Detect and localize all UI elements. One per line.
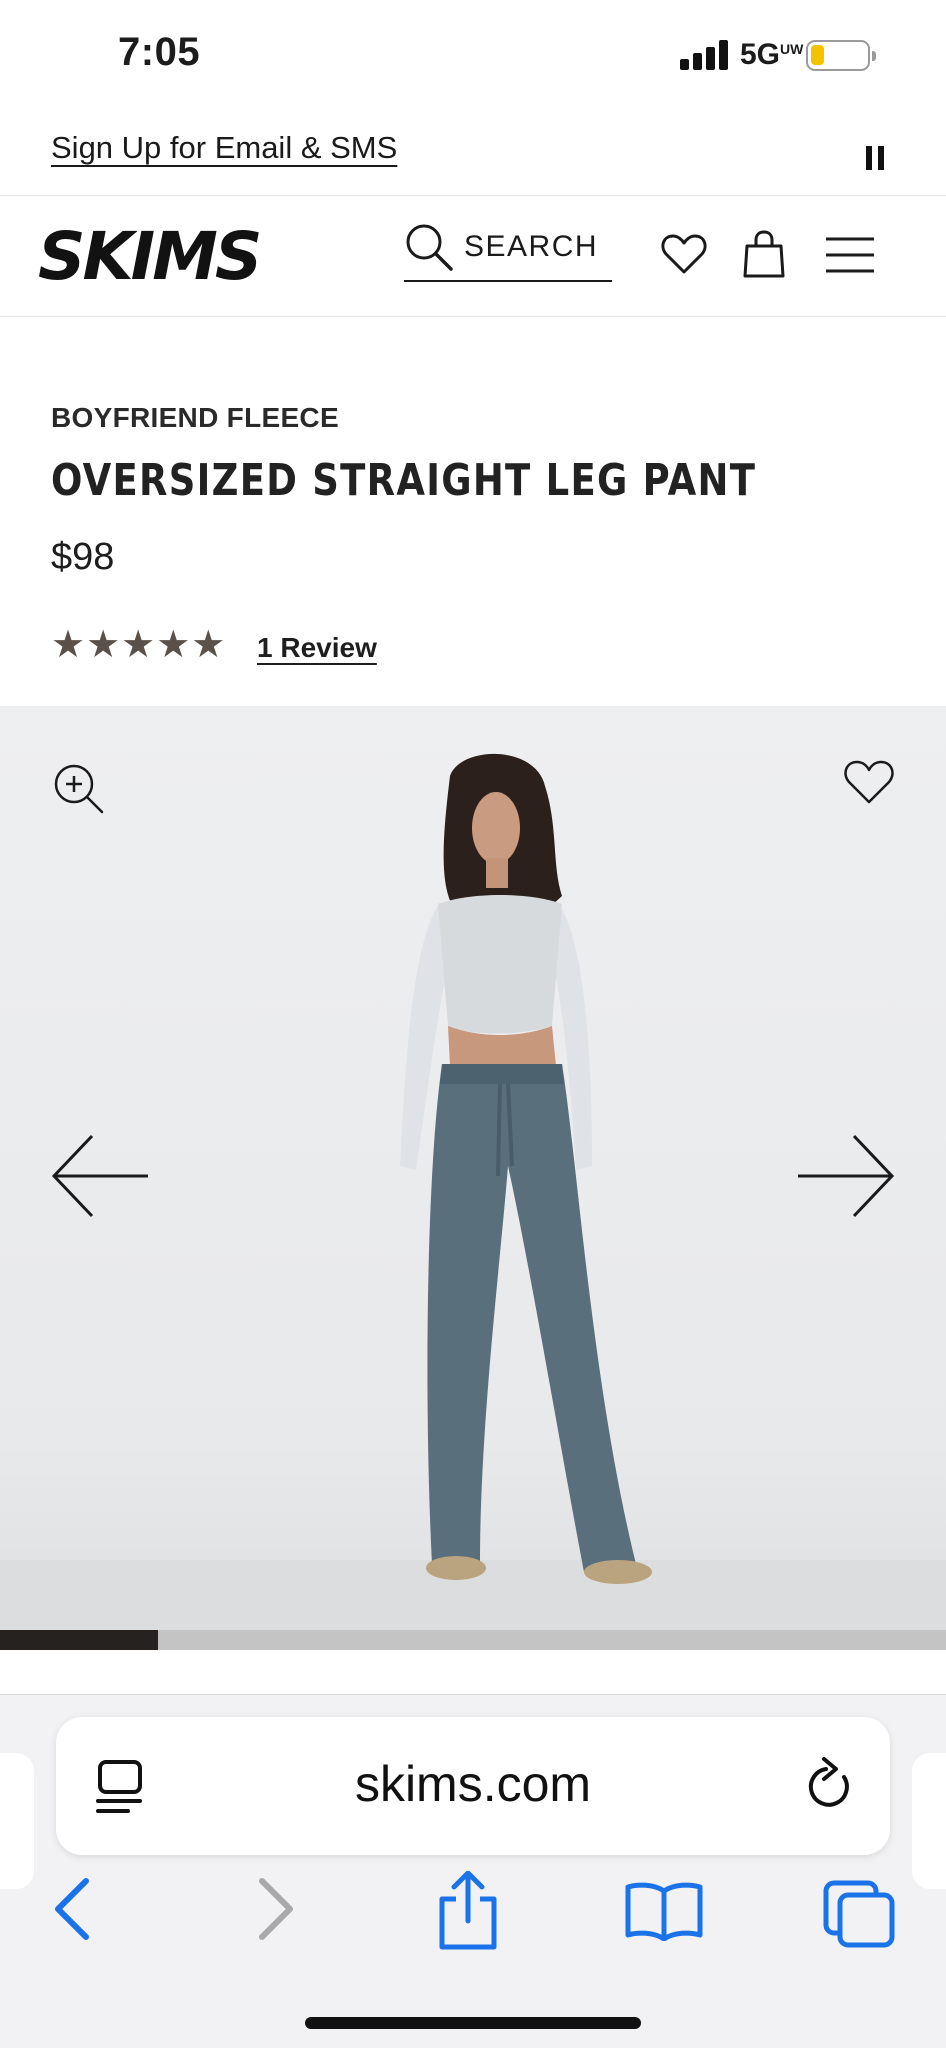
pause-icon[interactable] <box>866 146 884 170</box>
forward-icon[interactable] <box>256 1877 296 1941</box>
url-text[interactable]: skims.com <box>56 1755 890 1813</box>
reload-icon[interactable] <box>804 1757 856 1813</box>
product-photo <box>400 753 652 1584</box>
reviews-link[interactable]: 1 Review <box>257 632 377 664</box>
product-title: OVERSIZED STRAIGHT LEG PANT <box>51 455 757 506</box>
heart-icon[interactable] <box>843 758 895 806</box>
search-icon <box>406 224 453 271</box>
gallery-progress-fill <box>0 1630 158 1650</box>
search-button[interactable]: SEARCH <box>404 222 612 282</box>
search-label: SEARCH <box>464 230 599 263</box>
status-time: 7:05 <box>118 30 201 74</box>
address-bar[interactable]: skims.com <box>56 1717 890 1855</box>
battery-fill <box>811 45 824 65</box>
home-indicator[interactable] <box>305 2017 641 2029</box>
product-image-gallery[interactable] <box>0 706 946 1630</box>
menu-icon[interactable] <box>826 236 874 274</box>
battery-icon <box>806 40 876 71</box>
heart-icon[interactable] <box>660 232 708 276</box>
arrow-right-icon[interactable] <box>796 1134 896 1218</box>
bookmarks-icon[interactable] <box>624 1881 704 1941</box>
product-collection: BOYFRIEND FLEECE <box>51 402 339 433</box>
browser-toolbar: skims.com <box>0 1695 946 2048</box>
signal-icon <box>680 40 732 70</box>
tabs-icon[interactable] <box>822 1879 896 1949</box>
back-icon[interactable] <box>52 1877 92 1941</box>
gallery-progress-bar <box>0 1630 946 1650</box>
next-tab-preview[interactable] <box>912 1753 946 1889</box>
skims-logo[interactable]: SKIMS <box>38 218 262 295</box>
arrow-left-icon[interactable] <box>50 1134 150 1218</box>
site-header: SKIMS SEARCH <box>0 196 946 317</box>
status-bar: 7:05 5GUW <box>0 0 946 110</box>
previous-tab-preview[interactable] <box>0 1753 34 1889</box>
zoom-in-icon[interactable] <box>52 762 106 816</box>
promo-bar: Sign Up for Email & SMS <box>0 110 946 196</box>
share-icon[interactable] <box>436 1871 500 1951</box>
email-sms-signup-link[interactable]: Sign Up for Email & SMS <box>51 130 397 166</box>
shopping-bag-icon[interactable] <box>742 230 786 278</box>
star-rating: ★★★★★ <box>51 624 227 666</box>
network-indicator: 5GUW <box>740 38 804 71</box>
product-price: $98 <box>51 536 115 578</box>
